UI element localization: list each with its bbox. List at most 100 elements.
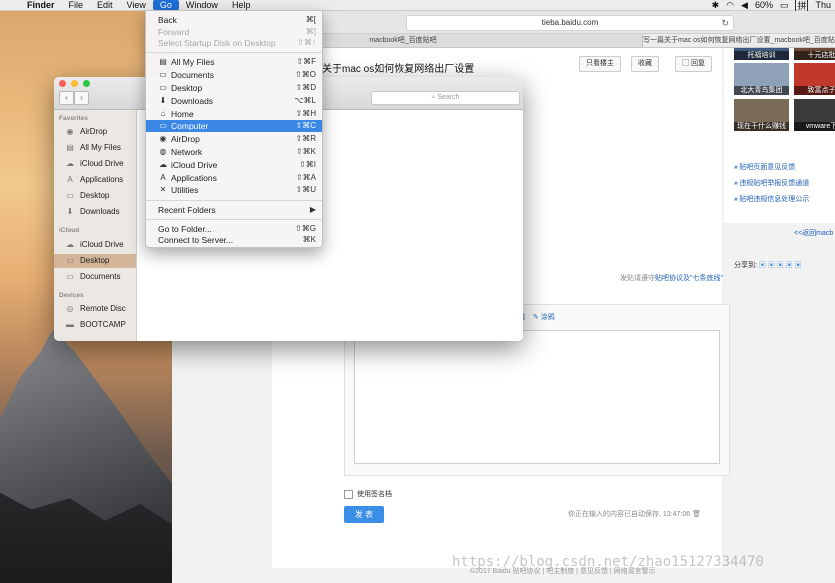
sidebar-item-remote-disc[interactable]: ◎ Remote Disc: [54, 302, 136, 316]
menu-item-label: Select Startup Disk on Desktop: [158, 38, 276, 48]
menu-item-downloads[interactable]: ⬇ Downloads ⌥⌘L: [146, 95, 322, 107]
reply-button[interactable]: ▢ 回复: [675, 56, 712, 72]
trash-icon[interactable]: 🗑: [692, 511, 701, 518]
signature-checkbox[interactable]: [344, 489, 353, 499]
sidebar-item-label: Applications: [80, 175, 124, 184]
zoom-window-button[interactable]: [83, 80, 90, 87]
menu-item-recent-folders[interactable]: Recent Folders ▶: [146, 204, 322, 216]
close-window-button[interactable]: [59, 80, 66, 87]
finder-sidebar: Favorites ◉ AirDrop ▤ All My Files ☁ iCloud…: [54, 110, 136, 341]
menu-help[interactable]: Help: [225, 0, 258, 10]
forward-nav-button[interactable]: ›: [74, 91, 89, 105]
wifi-icon[interactable]: ◠: [726, 0, 734, 11]
submenu-arrow-icon: ▶: [309, 205, 316, 214]
address-bar[interactable]: tieba.baidu.com ↻: [406, 15, 734, 31]
menu-item-label: Home: [171, 109, 194, 119]
sidebar-item-all-my-files[interactable]: ▤ All My Files: [54, 141, 136, 155]
tab-current-post[interactable]: 写一篇关于mac os如何恢复网络出厂设置_macbook吧_百度贴吧: [642, 34, 835, 47]
sidebar-item-desktop[interactable]: ▭ Desktop: [54, 189, 136, 203]
menu-item-documents[interactable]: ▭ Documents ⇧⌘O: [146, 69, 322, 81]
cloud-icon: ☁: [66, 240, 74, 249]
menu-item-airdrop[interactable]: ◉ AirDrop ⇧⌘R: [146, 133, 322, 145]
desktop-icon: ▭: [159, 83, 167, 92]
menu-item-back[interactable]: Back ⌘[: [146, 14, 322, 26]
back-to-forum-link[interactable]: <<返回macb: [794, 228, 833, 238]
sidebar-item-applications[interactable]: A Applications: [54, 173, 136, 187]
ad-thumb[interactable]: 十元店批: [794, 48, 835, 60]
menu-item-computer[interactable]: ▭ Computer ⇧⌘C: [146, 120, 322, 132]
report-link[interactable]: 违规贴吧举报反馈通道: [734, 176, 809, 192]
computer-icon: ▭: [159, 121, 167, 130]
disc-icon: ◎: [66, 304, 74, 313]
menu-item-label: Desktop: [171, 83, 203, 93]
back-nav-button[interactable]: ‹: [59, 91, 74, 105]
menu-item-utilities[interactable]: ✕ Utilities ⇧⌘U: [146, 184, 322, 196]
only-author-button[interactable]: 只看楼主: [579, 56, 621, 72]
url-text: tieba.baidu.com: [541, 18, 599, 27]
sidebar-item-downloads[interactable]: ⬇ Downloads: [54, 205, 136, 219]
signature-option[interactable]: 使用签名档: [344, 489, 392, 499]
menu-item-label: Network: [171, 147, 203, 157]
tab-macbook[interactable]: macbook吧_百度贴吧: [312, 34, 493, 47]
sidebar-item-bootcamp[interactable]: ▬ BOOTCAMP: [54, 318, 136, 332]
ad-thumb[interactable]: vmware下: [794, 99, 835, 131]
menu-item-select-startup-disk: Select Startup Disk on Desktop ⇧⌘↑: [146, 37, 322, 49]
ad-thumb[interactable]: 现在干什么赚钱: [734, 99, 789, 131]
menu-item-home[interactable]: ⌂ Home ⇧⌘H: [146, 108, 322, 120]
menu-item-desktop[interactable]: ▭ Desktop ⇧⌘D: [146, 82, 322, 94]
sidebar-item-label: AirDrop: [80, 127, 108, 136]
menu-shortcut: ⌥⌘L: [294, 96, 316, 105]
ad-thumb[interactable]: 致富点子: [794, 63, 835, 95]
menu-item-all-my-files[interactable]: ▤ All My Files ⇧⌘F: [146, 56, 322, 68]
sidebar-item-label: BOOTCAMP: [80, 320, 126, 329]
sidebar-item-airdrop[interactable]: ◉ AirDrop: [54, 125, 136, 139]
menu-item-connect-to-server[interactable]: Connect to Server... ⌘K: [146, 234, 322, 246]
finder-search-field[interactable]: ⌕ Search: [371, 91, 520, 105]
reload-icon[interactable]: ↻: [721, 16, 729, 30]
ad-thumb[interactable]: 北大青鸟集团: [734, 63, 789, 95]
menu-finder[interactable]: Finder: [20, 0, 62, 10]
apple-icon[interactable]: [0, 0, 20, 10]
menu-shortcut: ⇧⌘R: [295, 134, 316, 143]
menu-go[interactable]: Go: [152, 0, 179, 10]
menu-item-icloud-drive[interactable]: ☁ iCloud Drive ⇧⌘I: [146, 159, 322, 171]
menu-item-network[interactable]: ◍ Network ⇧⌘K: [146, 146, 322, 158]
feedback-link[interactable]: 贴吧页面意见反馈: [734, 160, 809, 176]
menubar-clock[interactable]: Thu: [815, 0, 831, 10]
favorite-button[interactable]: 收藏: [631, 56, 659, 72]
bluetooth-icon[interactable]: ✱: [712, 0, 720, 11]
menu-shortcut: ⇧⌘U: [295, 185, 316, 194]
sidebar-item-icloud-desktop[interactable]: ▭ Desktop: [54, 254, 136, 268]
battery-percent[interactable]: 60%: [755, 0, 773, 10]
menu-edit[interactable]: Edit: [90, 0, 120, 10]
volume-icon[interactable]: ◀: [741, 0, 748, 11]
autosave-text: 你正在输入的内容已自动保存, 13:47:06: [568, 511, 691, 518]
violation-link[interactable]: 贴吧违规信息处理公示: [734, 192, 809, 208]
minimize-window-button[interactable]: [71, 80, 78, 87]
menu-item-label: Computer: [171, 121, 209, 131]
ad-caption: 托福培训: [734, 51, 789, 60]
submit-button[interactable]: 发 表: [344, 506, 384, 523]
menu-window[interactable]: Window: [179, 0, 225, 10]
doodle-button[interactable]: 涂鸦: [541, 314, 555, 321]
menu-shortcut: ⌘[: [305, 15, 316, 24]
sidebar-item-label: iCloud Drive: [80, 240, 124, 249]
menu-item-applications[interactable]: A Applications ⇧⌘A: [146, 172, 322, 184]
sidebar-item-icloud-drive-2[interactable]: ☁ iCloud Drive: [54, 238, 136, 252]
reply-textarea[interactable]: [354, 330, 720, 464]
sidebar-item-icloud-drive[interactable]: ☁ iCloud Drive: [54, 157, 136, 171]
post-title: 关于mac os如何恢复网络出厂设置: [322, 64, 475, 75]
sidebar-item-label: Desktop: [80, 256, 110, 265]
menu-item-label: Utilities: [171, 185, 199, 195]
menu-separator: [146, 219, 322, 220]
share-icons[interactable]: ▣ ▣ ▣ ▣ ▣: [759, 262, 802, 269]
ad-thumb[interactable]: 托福培训: [734, 48, 789, 60]
menu-view[interactable]: View: [120, 0, 153, 10]
menu-shortcut: ⇧⌘D: [295, 83, 316, 92]
sidebar-item-icloud-documents[interactable]: ▭ Documents: [54, 270, 136, 284]
doodle-icon[interactable]: ✎: [533, 314, 539, 321]
reply-rules-link[interactable]: 贴吧协议及"七条底线": [655, 275, 723, 282]
reply-notice-text: 发贴请遵守: [620, 275, 655, 282]
battery-icon[interactable]: ▭: [780, 0, 789, 11]
menu-file[interactable]: File: [62, 0, 91, 10]
